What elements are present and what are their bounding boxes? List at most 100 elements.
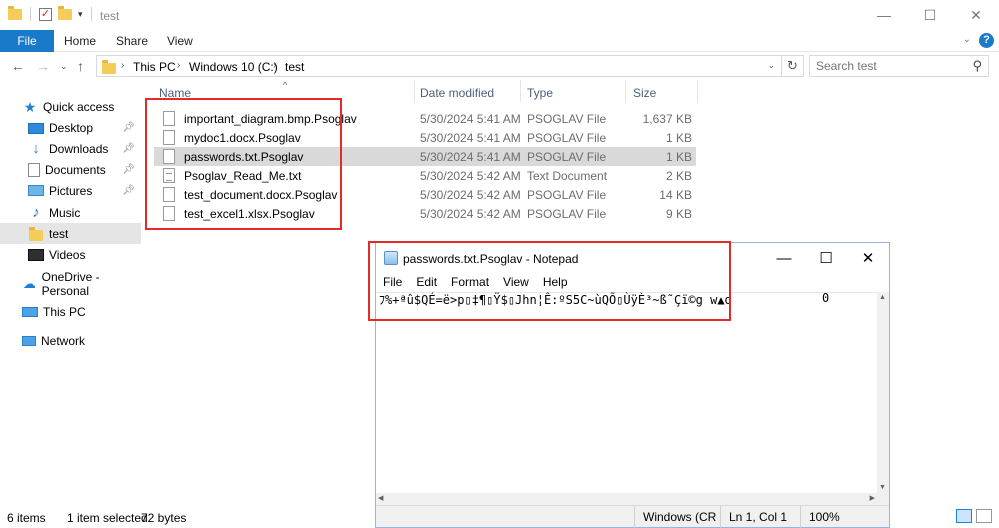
- window-controls: — ☐ ✕: [861, 0, 999, 30]
- documents-icon: [28, 162, 40, 177]
- status-zoom: 100%: [800, 506, 875, 528]
- address-box[interactable]: › This PC › Windows 10 (C:) › test ⌄: [96, 55, 782, 77]
- scroll-left-icon[interactable]: ◀: [378, 493, 383, 505]
- file-date: 5/30/2024 5:41 AM: [420, 131, 521, 145]
- column-divider[interactable]: [414, 80, 415, 102]
- large-icons-view-icon[interactable]: [976, 509, 992, 523]
- maximize-button[interactable]: ☐: [907, 0, 953, 30]
- nav-label: This PC: [43, 304, 86, 319]
- explorer-title-bar: ✓ ▾ test — ☐ ✕: [0, 0, 999, 30]
- scroll-right-icon[interactable]: ▶: [870, 493, 875, 505]
- address-history-chevron-icon[interactable]: ⌄: [767, 60, 775, 71]
- new-folder-icon[interactable]: [58, 5, 72, 20]
- nav-label: test: [49, 226, 69, 241]
- breadcrumb-chevron-icon[interactable]: ›: [177, 60, 180, 71]
- search-icon[interactable]: ⚲: [972, 58, 982, 74]
- file-type: PSOGLAV File: [527, 131, 607, 145]
- minimize-button[interactable]: —: [861, 0, 907, 30]
- download-arrow-icon: ↓: [32, 139, 40, 157]
- help-icon[interactable]: ?: [979, 33, 994, 48]
- navigation-pane: ★ Quick access Desktop 📌︎ ↓ Downloads 📌︎…: [0, 80, 141, 505]
- breadcrumb-chevron-icon[interactable]: ›: [121, 60, 124, 71]
- column-divider[interactable]: [520, 80, 521, 102]
- customize-toolbar-chevron-icon[interactable]: ▾: [78, 9, 83, 20]
- nav-item-this-pc[interactable]: This PC: [0, 301, 141, 322]
- recent-locations-chevron-icon[interactable]: ⌄: [60, 61, 68, 72]
- scroll-up-icon[interactable]: ▲: [879, 294, 886, 301]
- nav-item-test[interactable]: test: [0, 223, 141, 244]
- search-input[interactable]: [810, 56, 960, 76]
- column-header-size[interactable]: Size: [633, 86, 656, 110]
- highlight-box-files: [145, 98, 342, 230]
- file-type: PSOGLAV File: [527, 207, 607, 221]
- nav-item-quick-access[interactable]: ★ Quick access: [0, 96, 141, 117]
- breadcrumb-test[interactable]: test: [285, 60, 304, 74]
- horizontal-scrollbar[interactable]: ◀ ▶: [376, 493, 889, 505]
- notepad-minimize-button[interactable]: —: [763, 243, 805, 273]
- notepad-status-bar: Windows (CRLF Ln 1, Col 1 100%: [376, 505, 889, 528]
- nav-label: Quick access: [43, 99, 115, 114]
- ribbon-tabs: File Home Share View ⌄ ?: [0, 30, 999, 52]
- close-button[interactable]: ✕: [953, 0, 999, 30]
- expand-ribbon-chevron-icon[interactable]: ⌄: [963, 34, 971, 45]
- folder-icon: [8, 5, 22, 20]
- details-view-icon[interactable]: [956, 509, 972, 523]
- properties-icon[interactable]: ✓: [39, 7, 52, 21]
- forward-arrow-icon[interactable]: →: [36, 58, 50, 74]
- nav-label: Videos: [49, 247, 86, 262]
- separator: [30, 7, 31, 21]
- address-bar-row: ← → ⌄ ↑ › This PC › Windows 10 (C:) › te…: [0, 52, 999, 80]
- music-note-icon: ♪: [32, 203, 40, 221]
- video-icon: [28, 248, 44, 261]
- nav-item-documents[interactable]: Documents 📌︎: [0, 159, 141, 180]
- file-date: 5/30/2024 5:42 AM: [420, 188, 521, 202]
- status-item-count: 6 items: [7, 511, 46, 525]
- tab-home[interactable]: Home: [64, 30, 96, 52]
- column-header-type[interactable]: Type: [527, 86, 553, 110]
- status-encoding: Windows (CRLF: [634, 506, 716, 528]
- nav-label: Music: [49, 205, 81, 220]
- column-divider[interactable]: [625, 80, 626, 102]
- tab-file[interactable]: File: [0, 30, 54, 52]
- file-type: PSOGLAV File: [527, 112, 607, 126]
- up-arrow-icon[interactable]: ↑: [77, 58, 84, 74]
- file-size: 9 KB: [665, 207, 692, 221]
- nav-item-network[interactable]: Network: [0, 330, 141, 351]
- tab-share[interactable]: Share: [116, 30, 148, 52]
- breadcrumb-this-pc[interactable]: This PC: [133, 60, 176, 74]
- notepad-close-button[interactable]: ✕: [847, 243, 889, 273]
- nav-item-onedrive[interactable]: ☁ OneDrive - Personal: [0, 270, 141, 298]
- file-type: PSOGLAV File: [527, 188, 607, 202]
- pin-icon: 📌︎: [122, 143, 135, 154]
- nav-item-music[interactable]: ♪ Music: [0, 202, 141, 223]
- notepad-maximize-button[interactable]: ☐: [805, 243, 847, 273]
- vertical-scrollbar[interactable]: ▲ ▼: [877, 292, 889, 493]
- window-title: test: [100, 9, 120, 23]
- network-icon: [22, 335, 36, 346]
- view-switcher: [956, 509, 992, 523]
- nav-label: Downloads: [49, 141, 109, 156]
- breadcrumb-chevron-icon[interactable]: ›: [273, 60, 276, 71]
- pin-icon: 📌︎: [122, 164, 135, 175]
- refresh-button[interactable]: ↻: [782, 55, 804, 77]
- file-size: 1 KB: [665, 131, 692, 145]
- nav-item-desktop[interactable]: Desktop 📌︎: [0, 117, 141, 138]
- back-arrow-icon[interactable]: ←: [11, 58, 25, 74]
- nav-item-downloads[interactable]: ↓ Downloads 📌︎: [0, 138, 141, 159]
- highlight-box-notepad: [368, 241, 731, 321]
- status-cursor-position: Ln 1, Col 1: [720, 506, 800, 528]
- tab-view[interactable]: View: [167, 30, 193, 52]
- column-header-date[interactable]: Date modified: [420, 86, 494, 110]
- nav-label: Network: [41, 333, 86, 348]
- pin-icon: 📌︎: [122, 185, 135, 196]
- breadcrumb-windows-drive[interactable]: Windows 10 (C:): [189, 60, 278, 74]
- nav-item-pictures[interactable]: Pictures 📌︎: [0, 180, 141, 201]
- notepad-text-area[interactable]: [376, 292, 879, 493]
- desktop-icon: [28, 122, 44, 134]
- scroll-down-icon[interactable]: ▼: [879, 484, 886, 491]
- column-divider[interactable]: [697, 80, 698, 102]
- star-icon: ★: [23, 98, 37, 115]
- file-date: 5/30/2024 5:41 AM: [420, 150, 521, 164]
- nav-item-videos[interactable]: Videos: [0, 244, 141, 265]
- sort-caret-icon: ^: [283, 80, 288, 90]
